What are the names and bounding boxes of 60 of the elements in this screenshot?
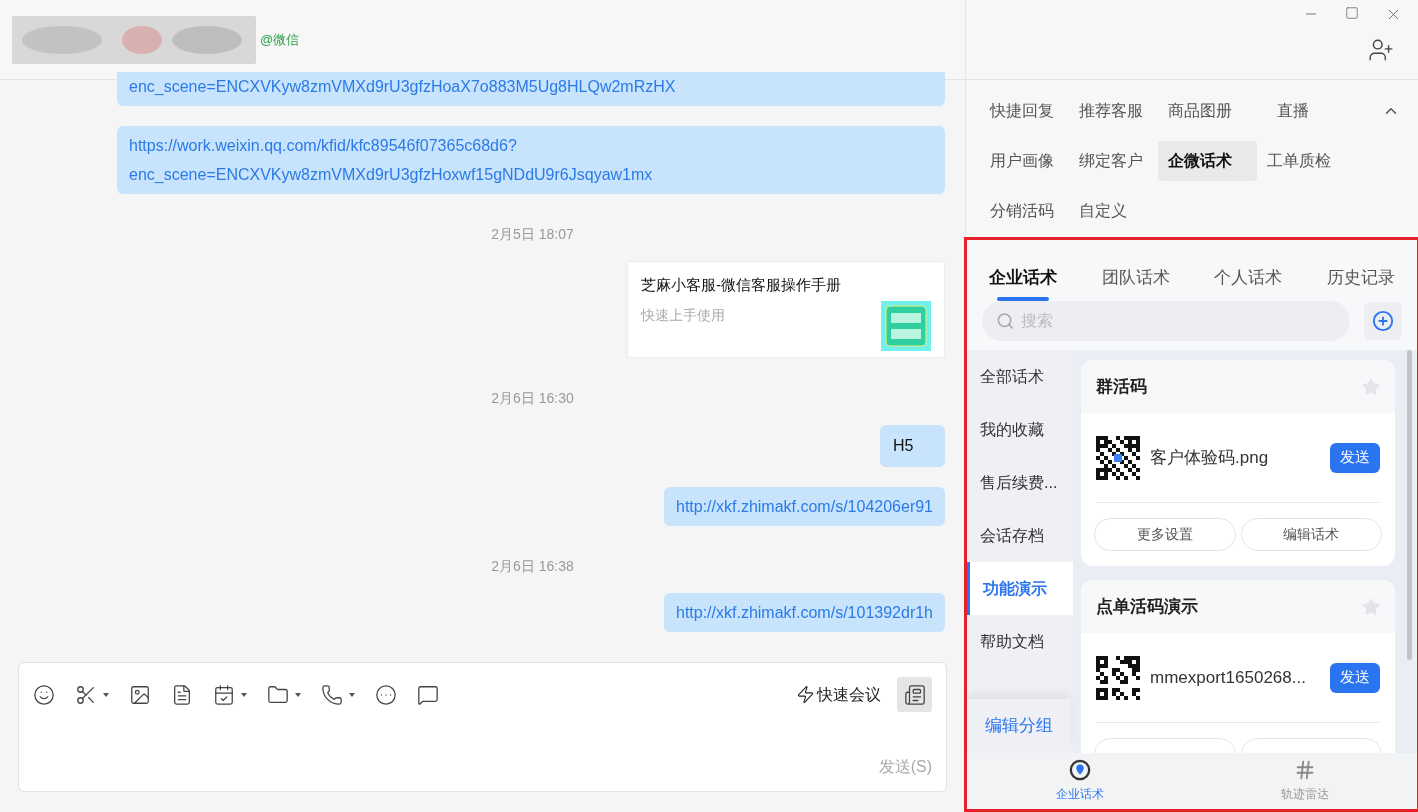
file-name: mmexport1650268... — [1150, 666, 1306, 689]
script-tab[interactable]: 个人话术 — [1214, 258, 1283, 298]
add-button[interactable] — [1364, 302, 1402, 340]
qr-code-icon — [1096, 655, 1140, 700]
feature-tab[interactable]: 快捷回复 — [980, 91, 1069, 131]
feature-tab[interactable]: 工单质检 — [1257, 141, 1346, 181]
script-title: 群活码 — [1096, 375, 1147, 398]
feature-tab[interactable]: 直播 — [1257, 91, 1346, 131]
caret-icon — [295, 692, 301, 697]
edit-group-button[interactable]: 编辑分组 — [967, 699, 1070, 753]
file-name: 客户体验码.png — [1150, 446, 1269, 469]
timestamp: 2月6日 16:30 — [491, 389, 574, 408]
group-item[interactable]: 帮助文档 — [967, 615, 1073, 668]
folder-icon[interactable] — [267, 683, 289, 706]
location-pin-icon — [1068, 759, 1091, 781]
feature-tab[interactable]: 推荐客服 — [1069, 91, 1158, 131]
emoji-icon[interactable] — [33, 683, 55, 706]
group-item[interactable]: 全部话术 — [967, 350, 1073, 403]
calendar-icon[interactable] — [213, 683, 235, 706]
group-item[interactable]: 功能演示 — [967, 562, 1073, 615]
feature-tab[interactable]: 企微话术 — [1158, 141, 1257, 181]
feature-tab[interactable]: 用户画像 — [980, 141, 1069, 181]
contact-source: @微信 — [260, 30, 300, 49]
add-icon — [1372, 310, 1394, 332]
document-icon[interactable] — [171, 683, 193, 706]
phone-icon[interactable] — [321, 683, 343, 706]
bottom-nav-item[interactable]: 企业话术 — [967, 753, 1192, 809]
script-tab[interactable]: 团队话术 — [1101, 258, 1170, 298]
image-icon[interactable] — [129, 683, 151, 706]
caret-icon — [241, 692, 247, 697]
caret-icon — [349, 692, 355, 697]
feature-tab[interactable]: 分销活码 — [980, 191, 1069, 231]
feature-tab[interactable]: 绑定客户 — [1069, 141, 1158, 181]
search-icon — [996, 311, 1015, 331]
group-item[interactable]: 售后续费... — [967, 456, 1073, 509]
timestamp: 2月5日 18:07 — [491, 225, 574, 244]
text-message: H5 — [880, 425, 945, 467]
more-icon[interactable] — [375, 683, 397, 706]
caret-icon — [103, 692, 109, 697]
quick-meeting-button[interactable]: 快速会议 — [796, 682, 881, 707]
group-item[interactable]: 会话存档 — [967, 509, 1073, 562]
script-tab[interactable]: 企业话术 — [989, 258, 1057, 298]
send-button[interactable]: 发送 — [1330, 442, 1380, 473]
feature-tab[interactable]: 自定义 — [1069, 191, 1158, 231]
panel-icon — [903, 683, 926, 706]
add-contact-icon[interactable] — [1368, 37, 1394, 63]
lightning-icon — [796, 685, 815, 704]
send-button[interactable]: 发送 — [1330, 662, 1380, 693]
card-subtitle: 快速上手使用 — [641, 305, 725, 325]
group-item[interactable]: 我的收藏 — [967, 403, 1073, 456]
qr-code-icon — [1096, 435, 1140, 480]
card-title: 芝麻小客服-微信客服操作手册 — [641, 275, 842, 295]
feature-tab[interactable]: 商品图册 — [1158, 91, 1257, 131]
message-composer[interactable]: 快速会议 发送(S) — [18, 662, 947, 792]
script-tab[interactable]: 历史记录 — [1326, 258, 1395, 298]
link-card[interactable]: 芝麻小客服-微信客服操作手册 快速上手使用 — [627, 261, 945, 358]
panel-toggle-button[interactable] — [897, 677, 932, 712]
script-title: 点单活码演示 — [1096, 595, 1198, 618]
timestamp: 2月6日 16:38 — [491, 557, 574, 576]
scissors-icon[interactable] — [75, 683, 97, 706]
